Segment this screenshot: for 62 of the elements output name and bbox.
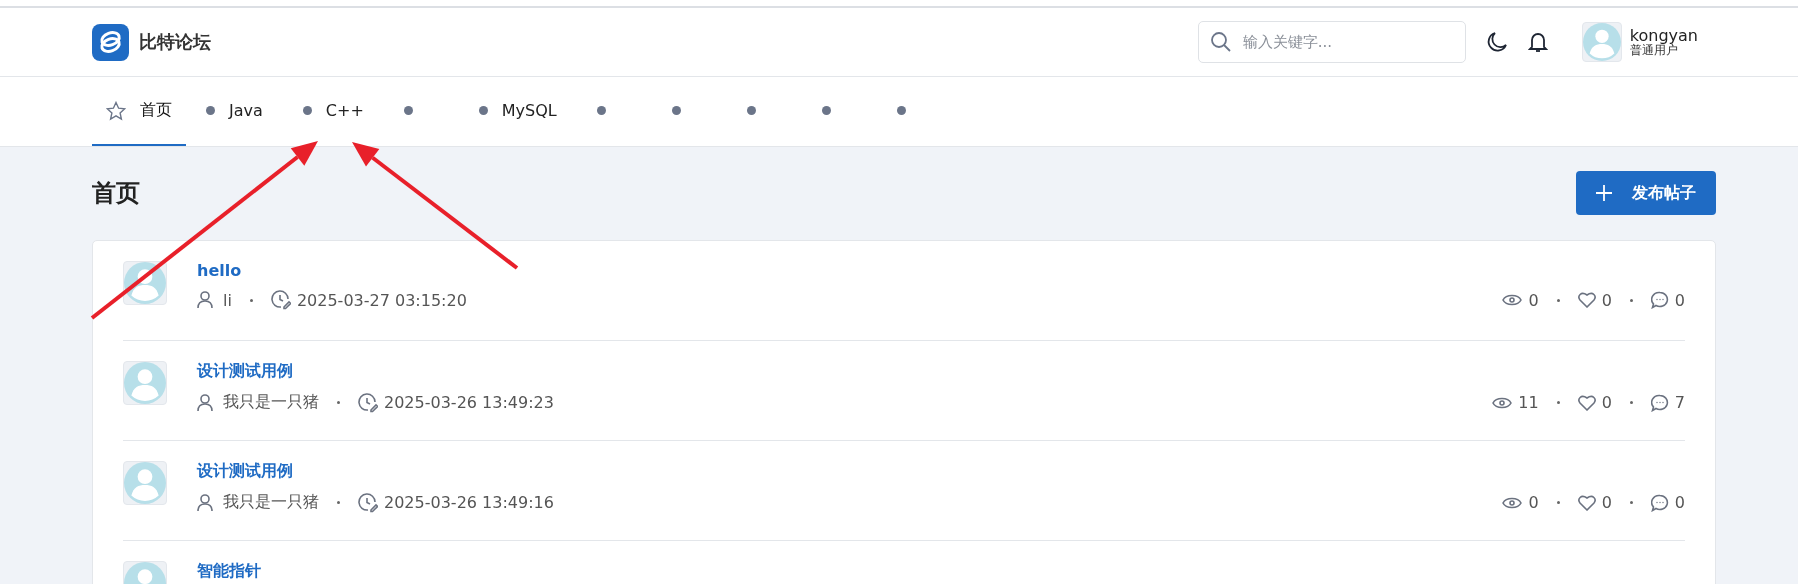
dot-icon	[206, 106, 215, 115]
post-time: 2025-03-26 13:49:23	[384, 393, 554, 412]
dot-icon	[896, 106, 906, 115]
post-time: 2025-03-26 13:49:16	[384, 493, 554, 512]
post-time: 2025-03-27 03:15:20	[296, 290, 467, 310]
nav-tab[interactable]: Java	[192, 77, 277, 146]
nav-tab[interactable]: C++	[288, 77, 378, 146]
post-author: li	[223, 290, 232, 310]
dot-icon	[821, 106, 831, 115]
view-count: 0	[1528, 493, 1539, 512]
dark-mode-button[interactable]	[1485, 31, 1508, 53]
clock-icon	[358, 492, 378, 513]
like-count: 0	[1601, 290, 1612, 310]
post-title[interactable]: hello	[197, 261, 1685, 280]
dot-icon	[302, 106, 312, 115]
nav-tab[interactable]: MySQL	[464, 77, 571, 146]
dot-icon	[596, 106, 606, 115]
notification-button[interactable]	[1527, 31, 1548, 53]
reply-count: 0	[1674, 290, 1685, 310]
post-title[interactable]: 设计测试用例	[197, 361, 1685, 382]
user-avatar[interactable]	[1581, 22, 1622, 62]
dot-icon	[746, 106, 756, 115]
heart-icon	[1577, 494, 1596, 511]
clock-icon	[358, 392, 378, 413]
clock-icon	[270, 290, 291, 310]
user-icon	[197, 291, 213, 309]
comment-icon	[1650, 493, 1669, 512]
comment-icon	[1650, 393, 1669, 412]
post-author: 我只是一只猪	[223, 492, 319, 513]
author-avatar	[123, 461, 167, 505]
user-role: 普通用户	[1629, 44, 1678, 58]
user-icon	[197, 493, 213, 512]
eye-icon	[1502, 293, 1523, 307]
post-title[interactable]: 智能指针	[197, 561, 1685, 582]
comment-icon	[1650, 291, 1669, 309]
user-name: kongyan	[1629, 26, 1698, 45]
site-name: 比特论坛	[139, 30, 211, 54]
nav-tab[interactable]: 首页	[92, 77, 186, 146]
reply-count: 0	[1674, 493, 1685, 512]
heart-icon	[1577, 394, 1596, 411]
dot-icon	[403, 106, 413, 115]
author-avatar	[123, 361, 167, 405]
dot-icon	[671, 106, 681, 115]
search-icon	[1209, 31, 1232, 53]
eye-icon	[1492, 395, 1513, 410]
reply-count: 7	[1674, 393, 1685, 412]
like-count: 0	[1601, 393, 1612, 412]
post-author: 我只是一只猪	[223, 392, 319, 413]
dot-icon	[478, 106, 488, 115]
plus-icon	[1596, 185, 1612, 201]
like-count: 0	[1601, 493, 1612, 512]
heart-icon	[1577, 292, 1596, 308]
view-count: 0	[1528, 290, 1539, 310]
new-post-button[interactable]: 发布帖子	[1576, 171, 1716, 215]
search-field[interactable]: 输入关键字...	[1197, 21, 1466, 63]
view-count: 11	[1518, 393, 1539, 412]
eye-icon	[1502, 495, 1523, 510]
logo-icon	[92, 23, 129, 61]
post-title[interactable]: 设计测试用例	[197, 461, 1685, 482]
page-title: 首页	[92, 178, 140, 209]
user-icon	[197, 393, 213, 412]
star-icon	[106, 100, 126, 121]
